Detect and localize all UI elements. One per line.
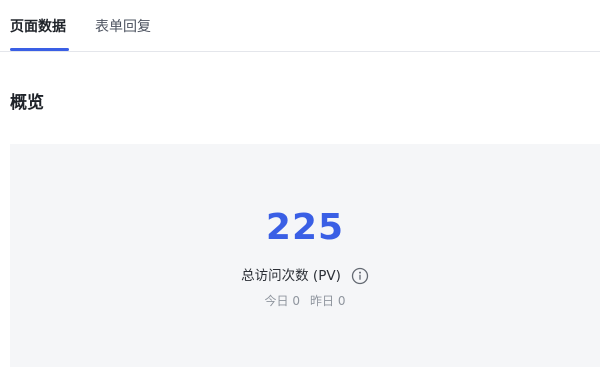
- total-pv-value: 225: [265, 207, 345, 248]
- tab-bar: 页面数据 表单回复: [0, 0, 600, 52]
- active-tab-indicator: [10, 48, 69, 51]
- today-pv: 今日 0: [264, 294, 300, 308]
- overview-title: 概览: [10, 93, 44, 113]
- info-icon[interactable]: [351, 267, 369, 285]
- total-pv-label-row: 总访问次数 (PV): [10, 265, 600, 287]
- tab-form-replies[interactable]: 表单回复: [95, 17, 151, 37]
- total-pv-label: 总访问次数 (PV): [241, 268, 341, 284]
- tab-page-data[interactable]: 页面数据: [10, 17, 66, 37]
- pv-breakdown-row: 今日 0 昨日 0: [10, 292, 600, 310]
- stats-card: 225 总访问次数 (PV) 今日 0 昨日 0: [10, 144, 600, 367]
- yesterday-pv: 昨日 0: [310, 294, 346, 308]
